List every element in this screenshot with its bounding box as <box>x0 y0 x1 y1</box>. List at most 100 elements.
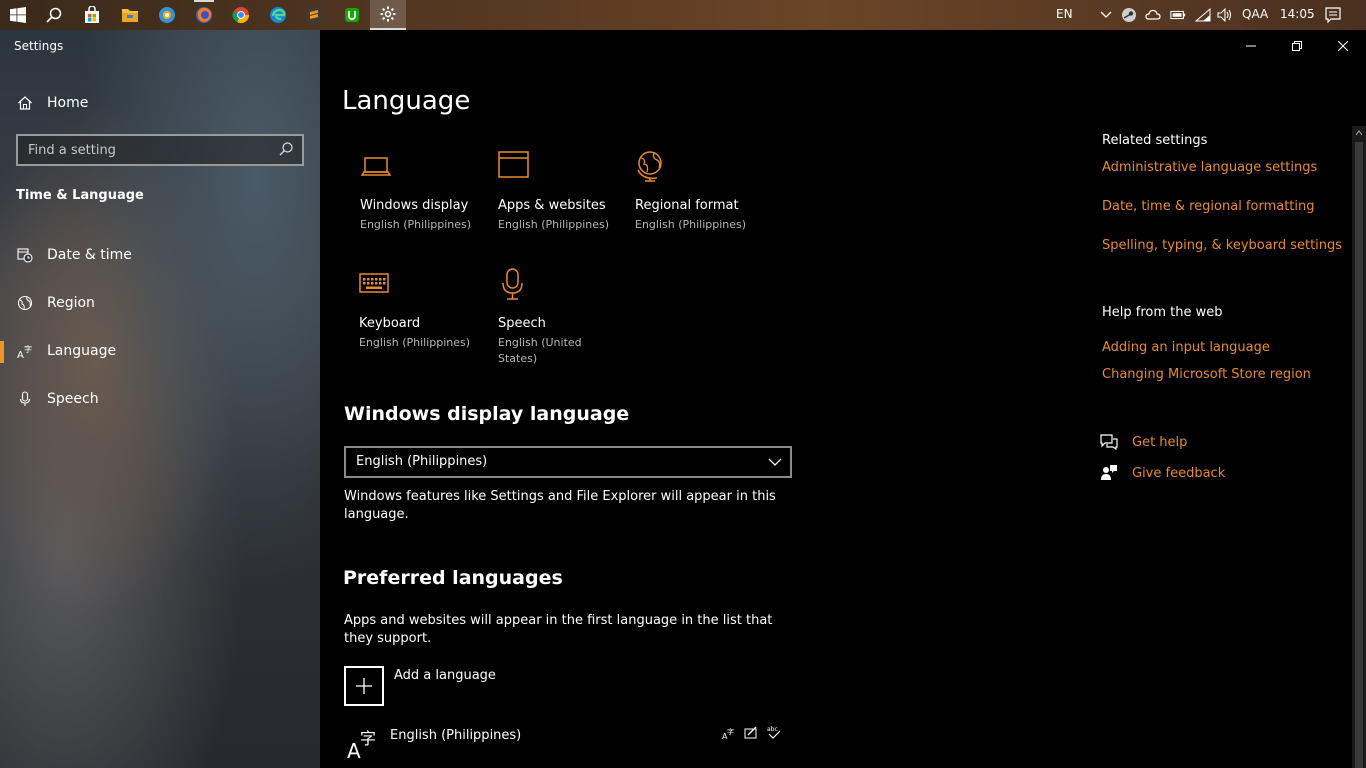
globe-icon <box>16 294 34 312</box>
search-box[interactable] <box>16 134 304 166</box>
microphone-icon <box>502 268 523 300</box>
taskbar: EN QAA 14:05 <box>0 0 1366 30</box>
dropdown-value: English (Philippines) <box>356 454 488 469</box>
upwork-icon[interactable] <box>334 0 370 30</box>
section-heading: Time & Language <box>16 188 144 203</box>
tile-speech[interactable]: Speech English (United States) <box>498 268 598 367</box>
search-input[interactable] <box>18 136 268 164</box>
steam-icon[interactable] <box>1121 7 1137 23</box>
sidebar-item-label: Date & time <box>47 247 132 263</box>
sublime-icon[interactable] <box>296 0 332 30</box>
spellcheck-icon: abc <box>767 726 781 739</box>
cloud-sync-icon[interactable] <box>1145 7 1161 23</box>
sidebar-item-label: Speech <box>47 391 99 407</box>
tile-keyboard[interactable]: Keyboard English (Philippines) <box>359 268 489 351</box>
display-language-feature-icon: A字 <box>722 727 734 740</box>
battery-icon[interactable] <box>1170 7 1186 23</box>
changing-store-region-link[interactable]: Changing Microsoft Store region <box>1102 367 1311 382</box>
display-language-heading: Windows display language <box>344 403 630 425</box>
svg-text:abc: abc <box>767 726 778 733</box>
tile-apps-websites[interactable]: Apps & websites English (Philippines) <box>498 150 628 233</box>
svg-text:A: A <box>17 350 24 359</box>
window-icon <box>498 151 529 178</box>
tile-subtitle: English (Philippines) <box>359 336 471 349</box>
get-help-link[interactable]: Get help <box>1100 432 1187 452</box>
chrome-icon[interactable] <box>223 0 259 30</box>
display-language-description: Windows features like Settings and File … <box>344 489 776 522</box>
sidebar: Settings Home Time & Language Date & tim… <box>0 30 320 768</box>
search-icon[interactable] <box>278 141 296 159</box>
main-content: Language Windows display English (Philip… <box>320 30 1366 768</box>
chat-help-icon <box>1100 434 1118 451</box>
store-icon[interactable] <box>74 0 110 30</box>
svg-text:字: 字 <box>24 344 32 354</box>
keyboard-icon <box>359 273 389 293</box>
minimize-button[interactable] <box>1228 34 1274 58</box>
settings-icon[interactable] <box>370 0 406 30</box>
svg-text:A: A <box>347 739 361 760</box>
edge-icon[interactable] <box>260 0 296 30</box>
preferred-languages-heading: Preferred languages <box>343 567 563 589</box>
language-icon: A字 <box>347 729 376 760</box>
user-name[interactable]: QAA <box>1242 0 1268 30</box>
wifi-icon[interactable] <box>1195 7 1211 23</box>
date-time-regional-link[interactable]: Date, time & regional formatting <box>1102 199 1315 214</box>
clock[interactable]: 14:05 <box>1280 0 1315 30</box>
give-feedback-link[interactable]: Give feedback <box>1100 463 1225 483</box>
page-title: Language <box>342 86 471 116</box>
scrollbar[interactable] <box>1352 126 1366 768</box>
svg-text:字: 字 <box>360 729 376 748</box>
volume-icon[interactable] <box>1217 7 1233 23</box>
scroll-up-icon[interactable] <box>1352 126 1366 140</box>
tile-name: Apps & websites <box>498 198 606 213</box>
sidebar-item-label: Language <box>47 343 117 359</box>
sidebar-item-speech[interactable]: Speech <box>0 379 320 419</box>
sidebar-item-language[interactable]: A字 Language <box>0 331 320 371</box>
tile-subtitle: English (Philippines) <box>635 218 747 231</box>
add-language-label[interactable]: Add a language <box>394 668 496 683</box>
language-name: English (Philippines) <box>390 728 522 743</box>
tile-windows-display[interactable]: Windows display English (Philippines) <box>360 150 490 233</box>
close-button[interactable] <box>1320 34 1366 58</box>
action-center-icon[interactable] <box>1325 7 1341 23</box>
related-settings-heading: Related settings <box>1102 133 1208 148</box>
scrollbar-thumb[interactable] <box>1355 142 1363 768</box>
adding-input-language-link[interactable]: Adding an input language <box>1102 340 1270 355</box>
tile-regional-format[interactable]: Regional format English (Philippines) <box>635 150 765 233</box>
feedback-icon <box>1101 465 1117 480</box>
sidebar-item-label: Region <box>47 295 95 311</box>
tile-subtitle: English (Philippines) <box>498 218 610 231</box>
language-icon: A字 <box>16 342 34 360</box>
add-language-button[interactable] <box>344 666 384 706</box>
tile-subtitle: English (Philippines) <box>360 218 472 231</box>
give-feedback-label: Give feedback <box>1132 465 1226 481</box>
laptop-icon <box>360 157 392 176</box>
chevron-up-icon[interactable] <box>1098 7 1114 23</box>
sidebar-item-date-time[interactable]: Date & time <box>0 235 320 275</box>
language-list-item[interactable]: A字 English (Philippines) A字 abc <box>344 720 784 768</box>
tile-name: Regional format <box>635 198 739 213</box>
admin-language-settings-link[interactable]: Administrative language settings <box>1102 160 1317 175</box>
search-icon[interactable] <box>36 0 72 30</box>
plus-icon <box>356 678 372 694</box>
restore-button[interactable] <box>1274 34 1320 58</box>
microphone-icon <box>16 390 34 408</box>
browser-icon[interactable] <box>149 0 185 30</box>
tile-name: Keyboard <box>359 316 421 331</box>
app-title: Settings <box>14 39 64 53</box>
display-language-dropdown[interactable]: English (Philippines) <box>344 446 792 478</box>
start-icon[interactable] <box>0 0 36 30</box>
calendar-clock-icon <box>16 246 34 264</box>
nav-home-label: Home <box>47 95 89 111</box>
sidebar-item-region[interactable]: Region <box>0 283 320 323</box>
nav-home[interactable]: Home <box>0 83 320 123</box>
tile-name: Speech <box>498 316 546 331</box>
globe-icon <box>637 151 662 182</box>
firefox-icon[interactable] <box>186 0 222 30</box>
home-icon <box>16 94 34 112</box>
spelling-typing-keyboard-link[interactable]: Spelling, typing, & keyboard settings <box>1102 238 1342 253</box>
file-explorer-icon[interactable] <box>112 0 148 30</box>
input-language-indicator[interactable]: EN <box>1056 0 1073 30</box>
svg-text:字: 字 <box>727 727 734 736</box>
handwriting-icon <box>744 726 757 739</box>
